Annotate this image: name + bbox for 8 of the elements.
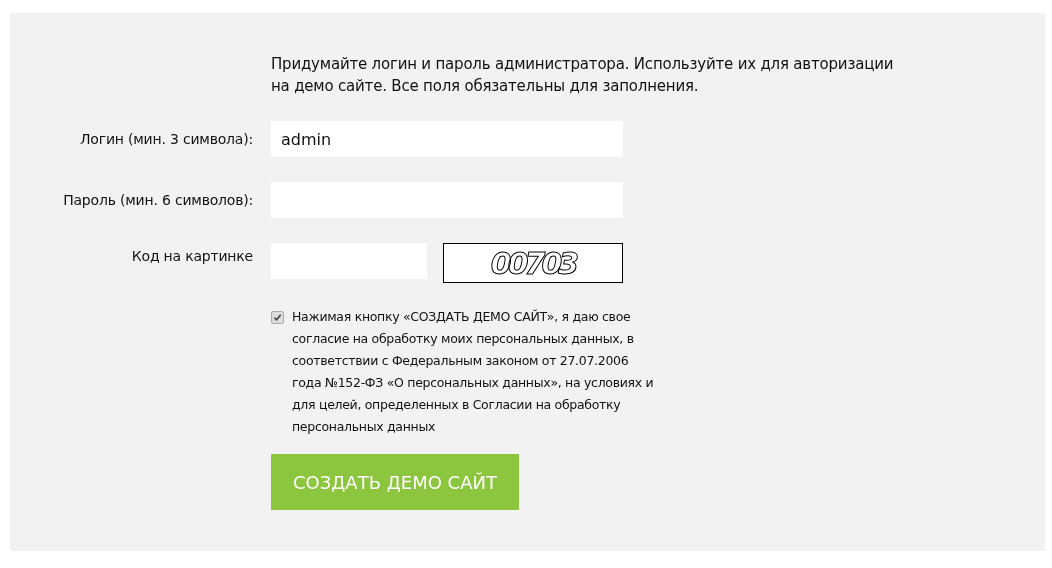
intro-text: Придумайте логин и пароль администратора. Используйте их для авторизации на демо сайте. Все поля обязательны для заполнения. xyxy=(271,54,895,97)
consent-text: Нажимая кнопку «СОЗДАТЬ ДЕМО САЙТ», я даю свое согласие на обработку моих персональных данных, в соответствии с Федеральным законом от 27.07.2006 года №152-ФЗ «О персональных данных», на условиях и для целей, определенных в Согласии на обработку персональных данных xyxy=(292,308,655,436)
captcha-image: 00703 xyxy=(443,243,623,283)
field-label: Пароль (мин. 6 символов): xyxy=(62,192,253,208)
field-label: Код на картинке xyxy=(130,247,253,264)
login-field[interactable]: admin xyxy=(271,121,623,157)
field-label: Логин (мин. 3 символа): xyxy=(79,131,253,147)
consent-checkbox[interactable] xyxy=(271,311,284,324)
